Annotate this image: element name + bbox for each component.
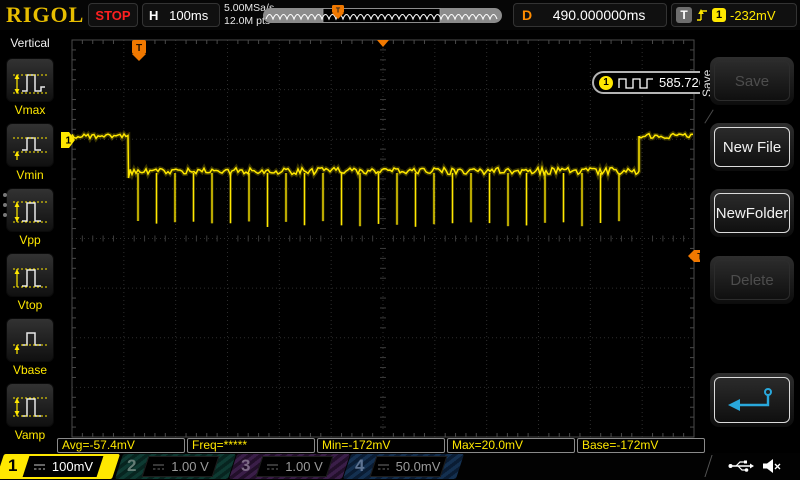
horizontal-scale-badge[interactable]: H 100ms [142, 3, 220, 27]
menu-item-label: Vamp [14, 428, 46, 442]
menu-item-button: .w{stroke:#e8e8e8;fill:none;stroke-width… [6, 253, 54, 297]
measurement-cell: Freq=***** [187, 438, 315, 453]
oscilloscope-screen: RIGOL STOP H 100ms 5.00MSa/s 12.0M pts T… [0, 0, 800, 480]
menu-item-button: .w{stroke:#e8e8e8;fill:none;stroke-width… [6, 318, 54, 362]
channel-2-badge[interactable]: 2 1.00 V [114, 453, 237, 480]
measurement-results-bar: Avg=-57.4mV Freq=***** Min=-172mV Max=20.0m… [57, 438, 705, 453]
channel-scale: 1.00 V [171, 459, 209, 474]
newfolder-button[interactable]: NewFolder [710, 189, 794, 237]
usb-icon [728, 460, 754, 472]
measure-menu-title: Vertical [10, 36, 50, 50]
horizontal-scale-value: 100ms [169, 7, 209, 23]
menu-item-vtop[interactable]: .w{stroke:#e8e8e8;fill:none;stroke-width… [6, 253, 54, 312]
memory-waveform-icon: T [263, 5, 502, 23]
menu-page-dots [3, 193, 7, 217]
channel-1-badge[interactable]: 1 100mV [0, 453, 121, 480]
channel-scale: 50.0mV [395, 459, 441, 474]
return-arrow-icon [728, 388, 772, 411]
menu-item-button: .w{stroke:#e8e8e8;fill:none;stroke-width… [6, 188, 54, 232]
trigger-label: T [676, 7, 692, 23]
vtop-icon: .w{stroke:#e8e8e8;fill:none;stroke-width… [13, 268, 47, 288]
counter-source-badge: 1 [599, 75, 613, 90]
menu-item-label: Vpp [19, 233, 41, 247]
menu-item-vbase[interactable]: .w{stroke:#e8e8e8;fill:none;stroke-width… [6, 318, 54, 377]
speaker-muted-icon [763, 459, 781, 473]
back-button[interactable] [710, 373, 794, 427]
channel-number: 3 [241, 456, 251, 475]
memory-position-strip[interactable]: T [263, 5, 502, 25]
svg-text:1: 1 [66, 136, 72, 147]
svg-text:T: T [336, 8, 341, 15]
menu-item-label: Vmin [16, 168, 44, 182]
vbase-icon: .w{stroke:#e8e8e8;fill:none;stroke-width… [13, 332, 47, 354]
softkey-label: New File [714, 127, 790, 167]
channel-number: 1 [8, 456, 18, 475]
dc-coupling-icon [33, 463, 45, 470]
menu-item-label: Vtop [17, 298, 43, 312]
rising-edge-icon [697, 9, 707, 21]
menu-item-button: .w{stroke:#e8e8e8;fill:none;stroke-width… [6, 123, 54, 167]
measure-menu: Vertical .w{stroke:#e8e8e8;fill:none;str… [0, 30, 61, 445]
softkey-label: NewFolder [714, 193, 790, 233]
channel-3-badge[interactable]: 3 1.00 V [228, 453, 351, 480]
horizontal-label: H [149, 7, 159, 23]
delete-button[interactable]: Delete [710, 256, 794, 304]
channel-number: 2 [127, 456, 137, 475]
vpp-icon: .w{stroke:#e8e8e8;fill:none;stroke-width… [13, 201, 47, 223]
trigger-source-badge: 1 [712, 8, 726, 22]
dc-coupling-icon [267, 463, 279, 470]
display-center-marker [377, 40, 389, 47]
measurement-cell: Avg=-57.4mV [57, 438, 185, 453]
dc-coupling-icon [153, 463, 165, 470]
channel-scale: 100mV [51, 459, 94, 474]
measurement-cell: Min=-172mV [317, 438, 445, 453]
run-state-badge[interactable]: STOP [88, 3, 138, 27]
delay-label: D [522, 7, 533, 23]
channel-settings: 1.00 V [145, 453, 216, 480]
measurement-cell: Base=-172mV [577, 438, 705, 453]
vmax-icon: .w{stroke:#e8e8e8;fill:none;stroke-width… [13, 74, 47, 94]
trigger-delay-badge[interactable]: D 490.000000ms [513, 3, 667, 27]
menu-item-button: .w{stroke:#e8e8e8;fill:none;stroke-width… [6, 383, 54, 427]
vmin-icon: .w{stroke:#e8e8e8;fill:none;stroke-width… [13, 137, 47, 160]
channel-settings: 1.00 V [259, 453, 330, 480]
menu-tab-notch [704, 109, 714, 124]
rigol-logo: RIGOL [6, 2, 85, 27]
top-status-bar: RIGOL STOP H 100ms 5.00MSa/s 12.0M pts T… [0, 0, 800, 31]
save-menu: Save Save New File NewFolder Delete [700, 30, 800, 445]
new-file-button[interactable]: New File [710, 123, 794, 171]
waveform-display: 1TT 1 585.726 Hz [60, 30, 742, 445]
softkey-label: Delete [714, 260, 790, 300]
channel-scale: 1.00 V [285, 459, 323, 474]
softkey-label [714, 377, 790, 423]
vamp-icon: .w{stroke:#e8e8e8;fill:none;stroke-width… [13, 397, 47, 417]
menu-item-vamp[interactable]: .w{stroke:#e8e8e8;fill:none;stroke-width… [6, 383, 54, 442]
softkey-label: Save [714, 61, 790, 101]
channel-number: 4 [355, 456, 365, 475]
menu-item-vmin[interactable]: .w{stroke:#e8e8e8;fill:none;stroke-width… [6, 123, 54, 182]
system-status-icons [728, 455, 788, 477]
dc-coupling-icon [377, 463, 389, 470]
square-wave-icon [618, 77, 653, 89]
svg-text:T: T [136, 43, 142, 54]
delay-value: 490.000000ms [552, 7, 646, 23]
menu-item-label: Vmax [14, 103, 46, 117]
trigger-position-marker[interactable]: T [132, 40, 146, 61]
measurement-cell: Max=20.0mV [447, 438, 575, 453]
menu-item-label: Vbase [12, 363, 48, 377]
trigger-level-value: -232mV [730, 7, 776, 23]
save-button[interactable]: Save [710, 57, 794, 105]
channel-status-bar: 1 100mV 2 1.00 V 3 1.00 V 4 50.0mV [0, 453, 800, 480]
trigger-status-badge[interactable]: T 1 -232mV [671, 3, 797, 27]
channel-4-badge[interactable]: 4 50.0mV [342, 453, 465, 480]
menu-item-vpp[interactable]: .w{stroke:#e8e8e8;fill:none;stroke-width… [6, 188, 54, 247]
channel-settings: 50.0mV [373, 453, 444, 480]
channel-settings: 100mV [26, 453, 100, 480]
menu-item-vmax[interactable]: .w{stroke:#e8e8e8;fill:none;stroke-width… [6, 58, 54, 117]
menu-item-button: .w{stroke:#e8e8e8;fill:none;stroke-width… [6, 58, 54, 102]
